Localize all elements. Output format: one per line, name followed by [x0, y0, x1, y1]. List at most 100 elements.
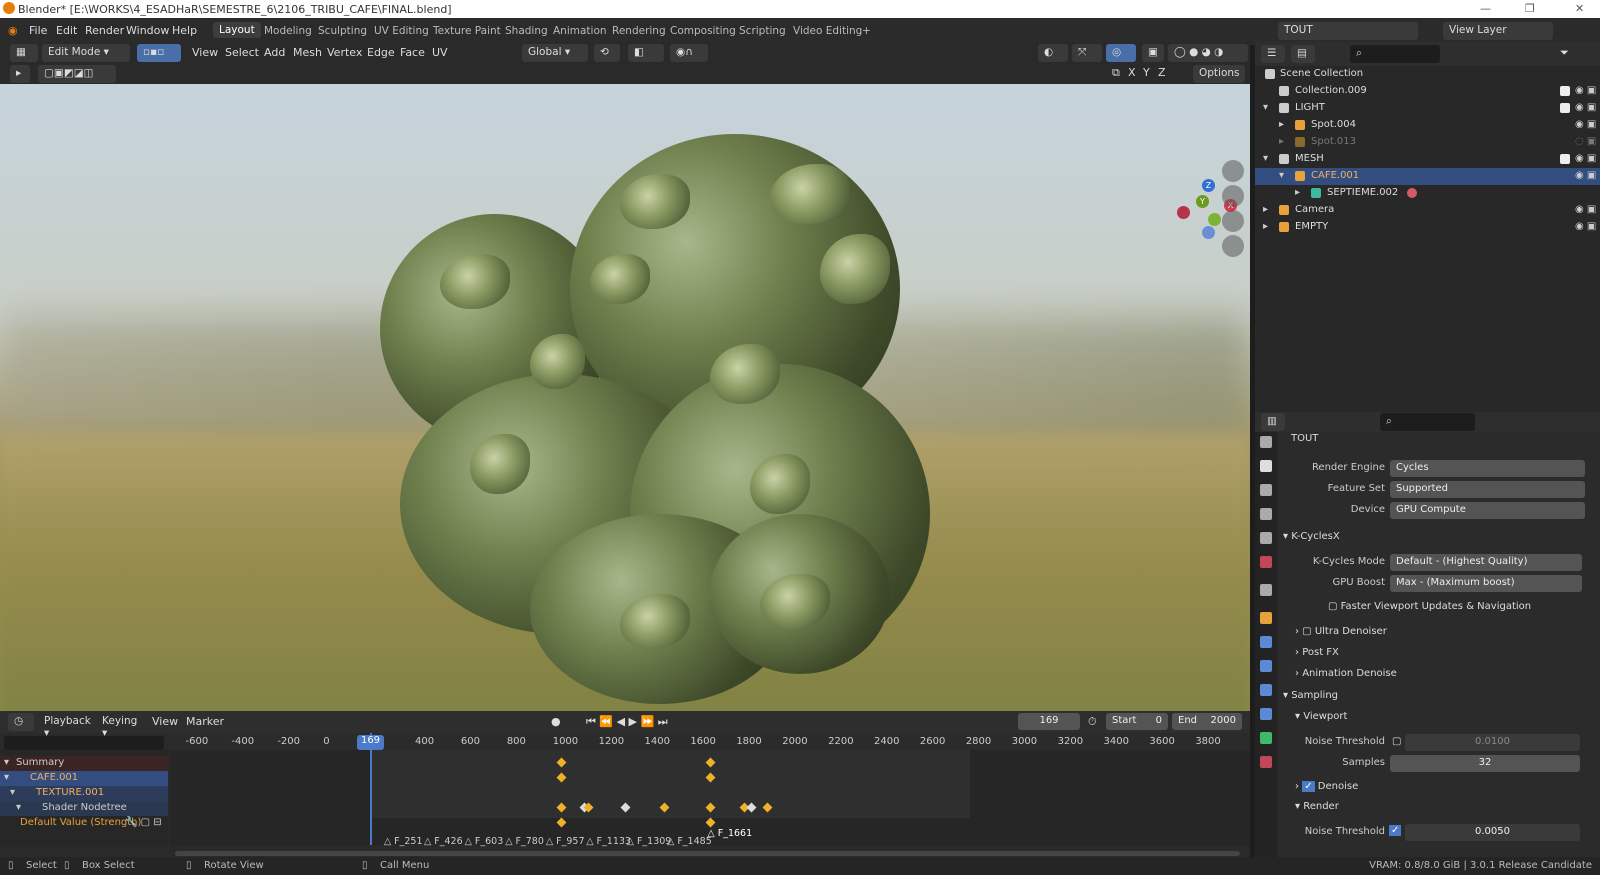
render-noise-threshold-checkbox[interactable]: ✓	[1389, 825, 1402, 836]
workspace-tab-sculpting[interactable]: Sculpting	[318, 25, 367, 37]
perspective-grid-icon[interactable]	[1222, 235, 1244, 257]
output-tab-icon[interactable]	[1260, 484, 1272, 496]
shading-mode-buttons[interactable]: ◯ ● ◕ ◑	[1168, 44, 1248, 62]
kcycles-mode-dropdown[interactable]: Default - (Highest Quality)	[1390, 554, 1582, 571]
render-engine-dropdown[interactable]: Cycles	[1390, 460, 1585, 477]
gizmo-y-axis[interactable]: Y	[1196, 195, 1209, 208]
particles-tab-icon[interactable]	[1260, 660, 1272, 672]
render-noise-threshold-field[interactable]: 0.0050	[1405, 824, 1580, 841]
select-tool-icon[interactable]: ▸	[10, 65, 30, 83]
display-mode-icon[interactable]: ▤	[1291, 45, 1315, 63]
menu-file[interactable]: File	[29, 24, 47, 37]
workspace-tab-layout[interactable]: Layout	[213, 22, 261, 38]
transform-orientation-selector[interactable]: Global ▾	[522, 44, 588, 62]
timeline-scrollbar[interactable]	[175, 851, 1240, 856]
playback-controls[interactable]: ⏮ ⏪ ◀ ▶ ⏩ ⏭	[586, 715, 668, 729]
viewport-menu-mesh[interactable]: Mesh	[293, 46, 322, 59]
axis-y-toggle[interactable]: Y	[1143, 66, 1150, 79]
viewport-menu-face[interactable]: Face	[400, 46, 425, 59]
blender-menu-icon[interactable]: ◉	[8, 24, 18, 37]
viewport-noise-threshold-checkbox[interactable]: ▢	[1392, 736, 1401, 747]
kcyclesx-section-header[interactable]: ▾ K-CyclesX	[1283, 531, 1340, 542]
end-frame-field[interactable]: End 2000	[1172, 713, 1242, 730]
channel-texture-001[interactable]: ▾ TEXTURE.001	[0, 786, 168, 801]
viewport-menu-view[interactable]: View	[192, 46, 218, 59]
current-frame-field[interactable]: 169	[1018, 713, 1080, 730]
close-icon[interactable]: ✕	[1575, 2, 1584, 15]
workspace-tab-scripting[interactable]: Scripting	[739, 25, 786, 37]
ultra-denoiser-section[interactable]: › ▢ Ultra Denoiser	[1295, 626, 1387, 637]
add-workspace-button[interactable]: +	[862, 25, 871, 37]
gizmo-neg-y-axis[interactable]	[1208, 213, 1221, 226]
menu-edit[interactable]: Edit	[56, 24, 77, 37]
animation-denoise-section[interactable]: › Animation Denoise	[1295, 668, 1397, 679]
material-tab-icon[interactable]	[1260, 756, 1272, 768]
render-subsection-header[interactable]: ▾ Render	[1295, 801, 1339, 812]
outliner-editor-type-icon[interactable]: ☰	[1261, 45, 1285, 63]
gizmo-toggle-icon[interactable]: ⤧	[1072, 44, 1102, 62]
workspace-tab-animation[interactable]: Animation	[553, 25, 607, 37]
timeline-marker[interactable]: △ F_780	[505, 836, 544, 847]
tool-tab-icon[interactable]	[1260, 436, 1272, 448]
timeline-marker[interactable]: △ F_1485	[667, 836, 712, 847]
post-fx-section[interactable]: › Post FX	[1295, 647, 1339, 658]
maximize-icon[interactable]: ❐	[1525, 2, 1535, 15]
axis-x-toggle[interactable]: X	[1128, 66, 1136, 79]
workspace-tab-video-editing[interactable]: Video Editing	[793, 25, 862, 37]
workspace-tab-shading[interactable]: Shading	[505, 25, 548, 37]
render-tab-icon[interactable]	[1260, 460, 1272, 472]
mode-selector[interactable]: Edit Mode ▾	[42, 44, 130, 62]
channel-default-value-strength[interactable]: Default Value (Strength) 🔧 ▢ ⊟	[0, 816, 168, 831]
timeline-search-input[interactable]	[4, 736, 164, 750]
viewport-menu-vertex[interactable]: Vertex	[327, 46, 362, 59]
feature-set-dropdown[interactable]: Supported	[1390, 481, 1585, 498]
viewport-menu-edge[interactable]: Edge	[367, 46, 395, 59]
select-mode-buttons[interactable]: ▫▪▫	[137, 44, 181, 62]
selection-mode-icons[interactable]: ▢▣◩◪◫	[38, 65, 116, 83]
timeline-marker[interactable]: △ F_1133	[586, 836, 631, 847]
outliner-row-light[interactable]: ▾ LIGHT ◉ ▣	[1255, 100, 1600, 117]
options-dropdown[interactable]: Options	[1193, 65, 1245, 83]
workspace-tab-compositing[interactable]: Compositing	[670, 25, 736, 37]
timeline-marker[interactable]: △ F_1661	[707, 828, 752, 839]
xray-icon[interactable]: ▣	[1142, 44, 1164, 62]
timeline-marker[interactable]: △ F_251	[384, 836, 423, 847]
auto-keying-icon[interactable]: ●	[551, 715, 561, 728]
timeline-marker[interactable]: △ F_1309	[627, 836, 672, 847]
channel-shader-nodetree[interactable]: ▾ Shader Nodetree	[0, 801, 168, 816]
menu-help[interactable]: Help	[172, 24, 197, 37]
outliner-row-camera[interactable]: ▸ Camera ◉ ▣	[1255, 202, 1600, 219]
keyframe[interactable]	[556, 817, 567, 828]
outliner-row-mesh[interactable]: ▾ MESH ◉ ▣	[1255, 151, 1600, 168]
outliner-row-septieme-002[interactable]: ▸ SEPTIEME.002	[1255, 185, 1600, 202]
axis-z-toggle[interactable]: Z	[1158, 66, 1166, 79]
properties-editor-type-icon[interactable]: ▥	[1261, 413, 1285, 431]
timeline-ruler[interactable]: -600 -400 -200 0 400 600 800 1000 1200 1400 1600 18…	[170, 733, 1250, 750]
timeline-view-menu[interactable]: View	[152, 715, 178, 728]
workspace-tab-rendering[interactable]: Rendering	[612, 25, 666, 37]
editor-type-icon[interactable]: ▦	[10, 44, 38, 62]
timeline-marker-menu[interactable]: Marker	[186, 715, 224, 728]
channel-cafe-001[interactable]: ▾ CAFE.001	[0, 771, 168, 786]
workspace-tab-texture-paint[interactable]: Texture Paint	[433, 25, 501, 37]
3d-viewport[interactable]: Z Y X	[0, 84, 1250, 711]
constraints-tab-icon[interactable]	[1260, 708, 1272, 720]
keyframe[interactable]	[705, 817, 716, 828]
viewport-samples-field[interactable]: 32	[1390, 755, 1580, 772]
timeline-marker[interactable]: △ F_426	[424, 836, 463, 847]
menu-window[interactable]: Window	[126, 24, 169, 37]
sampling-section-header[interactable]: ▾ Sampling	[1283, 690, 1338, 701]
camera-view-icon[interactable]	[1222, 210, 1244, 232]
playback-menu[interactable]: Playback ▾	[38, 713, 94, 739]
outliner-row-scene-collection[interactable]: Scene Collection	[1255, 66, 1600, 83]
pivot-icon[interactable]: ⟲	[594, 44, 620, 62]
modifier-tab-icon[interactable]	[1260, 636, 1272, 648]
workspace-tab-modeling[interactable]: Modeling	[264, 25, 312, 37]
outliner-row-spot-013[interactable]: ▸ Spot.013 ◌ ▣	[1255, 134, 1600, 151]
preview-range-icon[interactable]: ⏱	[1088, 715, 1097, 729]
keying-menu[interactable]: Keying ▾	[96, 713, 144, 739]
playhead-frame-indicator[interactable]: 169	[357, 735, 384, 750]
object-tab-icon[interactable]	[1260, 612, 1272, 624]
outliner-row-empty[interactable]: ▸ EMPTY ◉ ▣	[1255, 219, 1600, 236]
proportional-edit-icon[interactable]: ◉∩	[670, 44, 708, 62]
